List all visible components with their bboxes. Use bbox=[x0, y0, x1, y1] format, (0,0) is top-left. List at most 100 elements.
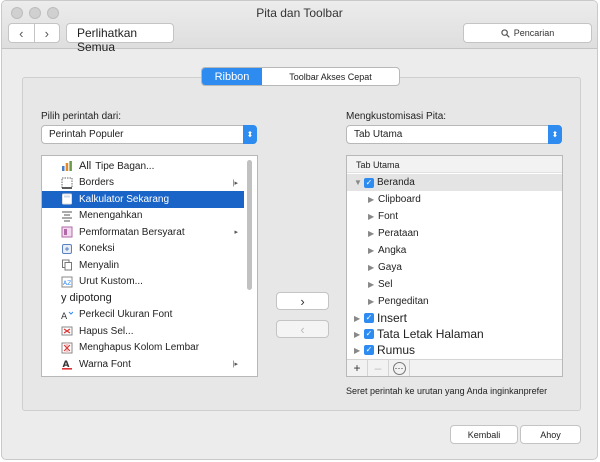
disclosure-collapsed-icon[interactable]: ▶ bbox=[368, 229, 378, 238]
command-item[interactable]: Borders |▸ bbox=[42, 175, 244, 192]
chart-icon bbox=[61, 160, 73, 172]
ribbon-tab-item[interactable]: ▶ ✓ Insert bbox=[347, 310, 562, 326]
ribbon-group-item[interactable]: ▶ Clipboard bbox=[347, 191, 562, 208]
command-label: Hapus Sel... bbox=[79, 325, 134, 337]
ribbon-group-item[interactable]: ▶ Angka bbox=[347, 242, 562, 259]
disclosure-collapsed-icon[interactable]: ▶ bbox=[368, 297, 378, 306]
ribbon-group-item[interactable]: ▶ Gaya bbox=[347, 259, 562, 276]
add-tab-button[interactable]: + bbox=[347, 359, 368, 376]
disclosure-collapsed-icon[interactable]: ▶ bbox=[368, 246, 378, 255]
titlebar: Pita dan Toolbar ‹ › Perlihatkan Semua P… bbox=[2, 1, 597, 54]
checkbox-checked-icon[interactable]: ✓ bbox=[364, 313, 374, 323]
disclosure-collapsed-icon[interactable]: ▶ bbox=[354, 314, 364, 323]
command-label: Kalkulator Sekarang bbox=[79, 193, 170, 205]
choose-commands-value: Perintah Populer bbox=[49, 129, 124, 140]
command-item[interactable]: y dipotong bbox=[42, 290, 244, 307]
list-scrollbar[interactable] bbox=[247, 160, 252, 290]
command-label: Menyalin bbox=[79, 259, 120, 271]
ribbon-tab-item[interactable]: ▶ ✓ Tata Letak Halaman bbox=[347, 326, 562, 342]
tab-ribbon[interactable]: Ribbon bbox=[202, 68, 262, 85]
disclosure-expanded-icon[interactable]: ▼ bbox=[354, 178, 364, 187]
tree-item-label: Gaya bbox=[378, 262, 402, 273]
tree-item-label: Pengeditan bbox=[378, 296, 429, 307]
ribbon-group-item[interactable]: ▶ Sel bbox=[347, 276, 562, 293]
search-placeholder: Pencarian bbox=[513, 28, 555, 38]
disclosure-collapsed-icon[interactable]: ▶ bbox=[368, 195, 378, 204]
command-label: Pemformatan Bersyarat bbox=[79, 226, 185, 238]
forward-button[interactable]: › bbox=[33, 24, 60, 42]
more-icon: ⋯ bbox=[392, 361, 406, 375]
add-command-button[interactable]: › bbox=[276, 292, 329, 310]
align-center-icon bbox=[61, 210, 73, 222]
tree-item-label: Insert bbox=[377, 311, 408, 325]
ribbon-tab-item[interactable]: ▶ ✓ Rumus bbox=[347, 342, 562, 358]
command-item[interactable]: A Perkecil Ukuran Font bbox=[42, 307, 244, 324]
ribbon-group-item[interactable]: ▶ Font bbox=[347, 208, 562, 225]
command-label: Urut Kustom... bbox=[79, 276, 143, 288]
nav-button-group: ‹ › bbox=[8, 23, 60, 43]
svg-text:AZ: AZ bbox=[63, 280, 71, 287]
command-item[interactable]: A Warna Font |▸ bbox=[42, 356, 244, 373]
command-item[interactable]: Hapus Sel... bbox=[42, 323, 244, 340]
command-prefix: All bbox=[79, 160, 92, 173]
choose-commands-label: Pilih perintah dari: bbox=[41, 111, 122, 122]
show-all-button[interactable]: Perlihatkan Semua bbox=[66, 23, 174, 54]
disclosure-collapsed-icon[interactable]: ▶ bbox=[368, 263, 378, 272]
command-item[interactable]: Koneksi bbox=[42, 241, 244, 258]
tree-item-label: Sel bbox=[378, 279, 393, 290]
command-label: Borders bbox=[79, 177, 115, 189]
command-item[interactable]: All Tipe Bagan... bbox=[42, 158, 244, 175]
chevron-right-icon: › bbox=[44, 25, 49, 41]
checkbox-checked-icon[interactable]: ✓ bbox=[364, 177, 374, 188]
conditional-format-icon bbox=[61, 226, 73, 238]
command-item[interactable]: Menghapus Kolom Lembar bbox=[42, 340, 244, 357]
tree-item-label: Clipboard bbox=[378, 194, 421, 205]
checkbox-checked-icon[interactable]: ✓ bbox=[364, 345, 374, 355]
disclosure-collapsed-icon[interactable]: ▶ bbox=[354, 330, 364, 339]
submenu-arrow-icon: |▸ bbox=[232, 179, 238, 187]
tab-quick-access-toolbar[interactable]: Toolbar Akses Cepat bbox=[262, 68, 399, 85]
drag-hint-text: Seret perintah ke urutan yang Anda ingin… bbox=[346, 386, 547, 396]
command-item[interactable]: AZ Urut Kustom... bbox=[42, 274, 244, 291]
command-item[interactable]: Menengahkan bbox=[42, 208, 244, 225]
more-options-button[interactable]: ⋯ bbox=[389, 359, 410, 376]
search-field[interactable]: Pencarian bbox=[463, 23, 592, 43]
ribbon-tree[interactable]: Tab Utama + – ⋯ ▼ ✓ Beranda ▶ Clipboard ▶ Font… bbox=[346, 155, 563, 377]
disclosure-collapsed-icon[interactable]: ▶ bbox=[368, 212, 378, 221]
commands-list[interactable]: All Tipe Bagan... Borders |▸ Kalkulator Seka… bbox=[41, 155, 258, 377]
remove-tab-button[interactable]: – bbox=[368, 359, 389, 376]
revert-button[interactable]: Kembali bbox=[450, 425, 518, 444]
font-color-icon: A bbox=[61, 358, 73, 370]
updown-arrow-icon: ⬍ bbox=[548, 125, 562, 144]
choose-commands-dropdown[interactable]: Perintah Populer ⬍ bbox=[41, 125, 257, 144]
updown-arrow-icon: ⬍ bbox=[243, 125, 257, 144]
command-label: Menengahkan bbox=[79, 210, 143, 222]
command-label: Perkecil Ukuran Font bbox=[79, 309, 173, 321]
checkbox-checked-icon[interactable]: ✓ bbox=[364, 329, 374, 339]
ribbon-group-item[interactable]: ▶ Pengeditan bbox=[347, 293, 562, 310]
back-button[interactable]: ‹ bbox=[9, 24, 34, 42]
submenu-arrow-icon: |▸ bbox=[232, 361, 238, 369]
remove-command-button[interactable]: ‹ bbox=[276, 320, 329, 338]
command-item[interactable]: Menyalin bbox=[42, 257, 244, 274]
copy-icon bbox=[61, 259, 73, 271]
command-item[interactable]: Kalkulator Sekarang bbox=[42, 191, 244, 208]
ribbon-tab-item[interactable]: ▼ ✓ Beranda bbox=[347, 174, 562, 191]
chevron-left-icon: ‹ bbox=[19, 25, 24, 41]
command-item[interactable]: Pemformatan Bersyarat ▸ bbox=[42, 224, 244, 241]
save-button[interactable]: Ahoy bbox=[520, 425, 581, 444]
customize-ribbon-dropdown[interactable]: Tab Utama ⬍ bbox=[346, 125, 562, 144]
tree-item-label: Beranda bbox=[377, 177, 415, 188]
custom-sort-icon: AZ bbox=[61, 276, 73, 288]
svg-text:A: A bbox=[61, 312, 68, 321]
tree-item-label: Tata Letak Halaman bbox=[377, 327, 484, 341]
command-label: Warna Font bbox=[79, 358, 131, 370]
disclosure-collapsed-icon[interactable]: ▶ bbox=[368, 280, 378, 289]
disclosure-collapsed-icon[interactable]: ▶ bbox=[354, 346, 364, 355]
ribbon-group-item[interactable]: ▶ Perataan bbox=[347, 225, 562, 242]
drag-hint-main: Seret perintah ke urutan yang Anda ingin… bbox=[346, 386, 524, 396]
command-label: Menghapus Kolom Lembar bbox=[79, 342, 200, 354]
connections-icon bbox=[61, 243, 73, 255]
submenu-arrow-icon: ▸ bbox=[234, 229, 238, 237]
decrease-font-icon: A bbox=[61, 309, 74, 322]
